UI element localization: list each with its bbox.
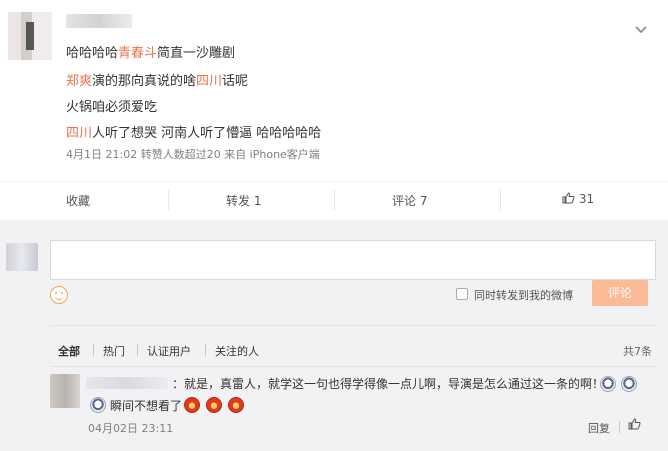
- post-text: 话呢: [222, 74, 249, 89]
- post-text: 演的那向真说的啥: [92, 74, 197, 89]
- highlight-keyword[interactable]: 四川: [66, 126, 92, 141]
- highlight-keyword[interactable]: 郑爽: [66, 74, 92, 89]
- divider: [50, 325, 656, 326]
- author-name[interactable]: [66, 14, 132, 28]
- highlight-keyword[interactable]: 四川: [196, 74, 222, 89]
- favorite-button[interactable]: 收藏: [66, 192, 90, 209]
- commenter-name[interactable]: [86, 377, 168, 389]
- post-text: 简直一沙雕剧: [157, 46, 236, 61]
- commenter-avatar[interactable]: [50, 374, 80, 408]
- divider: [500, 190, 501, 210]
- forward-label: 同时转发到我的微博: [474, 289, 573, 302]
- comment-text-2: 瞬间不想看了: [110, 399, 183, 413]
- post-line-4: 四川人听了想哭 河南人听了懵逼 哈哈哈哈哈: [66, 122, 321, 141]
- divider: [205, 344, 206, 356]
- divider: [334, 190, 335, 210]
- reply-button[interactable]: 回复: [588, 420, 610, 436]
- face-emoji-icon: [90, 397, 106, 413]
- divider: [93, 344, 94, 356]
- divider: [619, 421, 620, 433]
- repost-button[interactable]: 转发 1: [226, 192, 261, 209]
- thumbs-up-icon: [562, 192, 579, 206]
- comment-section: 同时转发到我的微博 评论 全部 热门 认证用户 关注的人 共7条 ：就是，真雷人…: [0, 220, 668, 451]
- comment-text: ：就是，真雷人，就学这一句也得学得像一点儿啊，导演是怎么通过这一条的啊！？: [172, 377, 617, 391]
- filter-hot[interactable]: 热门: [103, 343, 125, 359]
- angry-emoji-icon: [184, 397, 200, 413]
- filter-all[interactable]: 全部: [58, 343, 80, 359]
- angry-emoji-icon: [206, 397, 222, 413]
- post-meta: 4月1日 21:02 转赞人数超过20 来自 iPhone客户端: [66, 148, 320, 161]
- post-line-3: 火锅咱必须爱吃: [66, 96, 157, 115]
- post-text: 哈哈哈哈: [66, 46, 119, 61]
- highlight-keyword[interactable]: 青春斗: [118, 46, 157, 61]
- divider: [168, 190, 169, 210]
- submit-comment-button[interactable]: 评论: [592, 280, 648, 306]
- face-emoji-icon: [621, 376, 637, 392]
- post-text: 人听了想哭 河南人听了懵逼 哈哈哈哈哈: [92, 126, 322, 141]
- author-avatar[interactable]: [8, 12, 52, 60]
- divider: [137, 344, 138, 356]
- divider: [50, 366, 656, 367]
- forward-checkbox[interactable]: [456, 288, 468, 300]
- weibo-post: 哈哈哈哈青春斗简直一沙雕剧 郑爽演的那向真说的啥四川话呢 火锅咱必须爱吃 四川人…: [0, 0, 668, 180]
- comment-total: 共7条: [623, 345, 652, 358]
- post-line-2: 郑爽演的那向真说的啥四川话呢: [66, 70, 248, 89]
- like-count: 31: [578, 192, 595, 206]
- filter-verified[interactable]: 认证用户: [147, 343, 191, 359]
- post-line-1: 哈哈哈哈青春斗简直一沙雕剧: [66, 42, 235, 61]
- comment-timestamp: 04月02日 23:11: [88, 422, 174, 435]
- post-text: 火锅咱必须爱吃: [66, 100, 158, 115]
- action-bar: 收藏 转发 1 评论 7 31: [0, 181, 668, 217]
- like-button[interactable]: 31: [562, 192, 594, 206]
- face-emoji-icon: [600, 376, 616, 392]
- thumbs-up-icon[interactable]: [628, 418, 641, 433]
- filter-following[interactable]: 关注的人: [215, 343, 259, 359]
- angry-emoji-icon: [228, 397, 244, 413]
- comment-input[interactable]: [50, 240, 656, 280]
- chevron-down-icon[interactable]: [634, 22, 648, 36]
- my-avatar: [6, 243, 38, 271]
- comment-button[interactable]: 评论 7: [392, 192, 427, 209]
- smiley-icon[interactable]: [50, 286, 68, 304]
